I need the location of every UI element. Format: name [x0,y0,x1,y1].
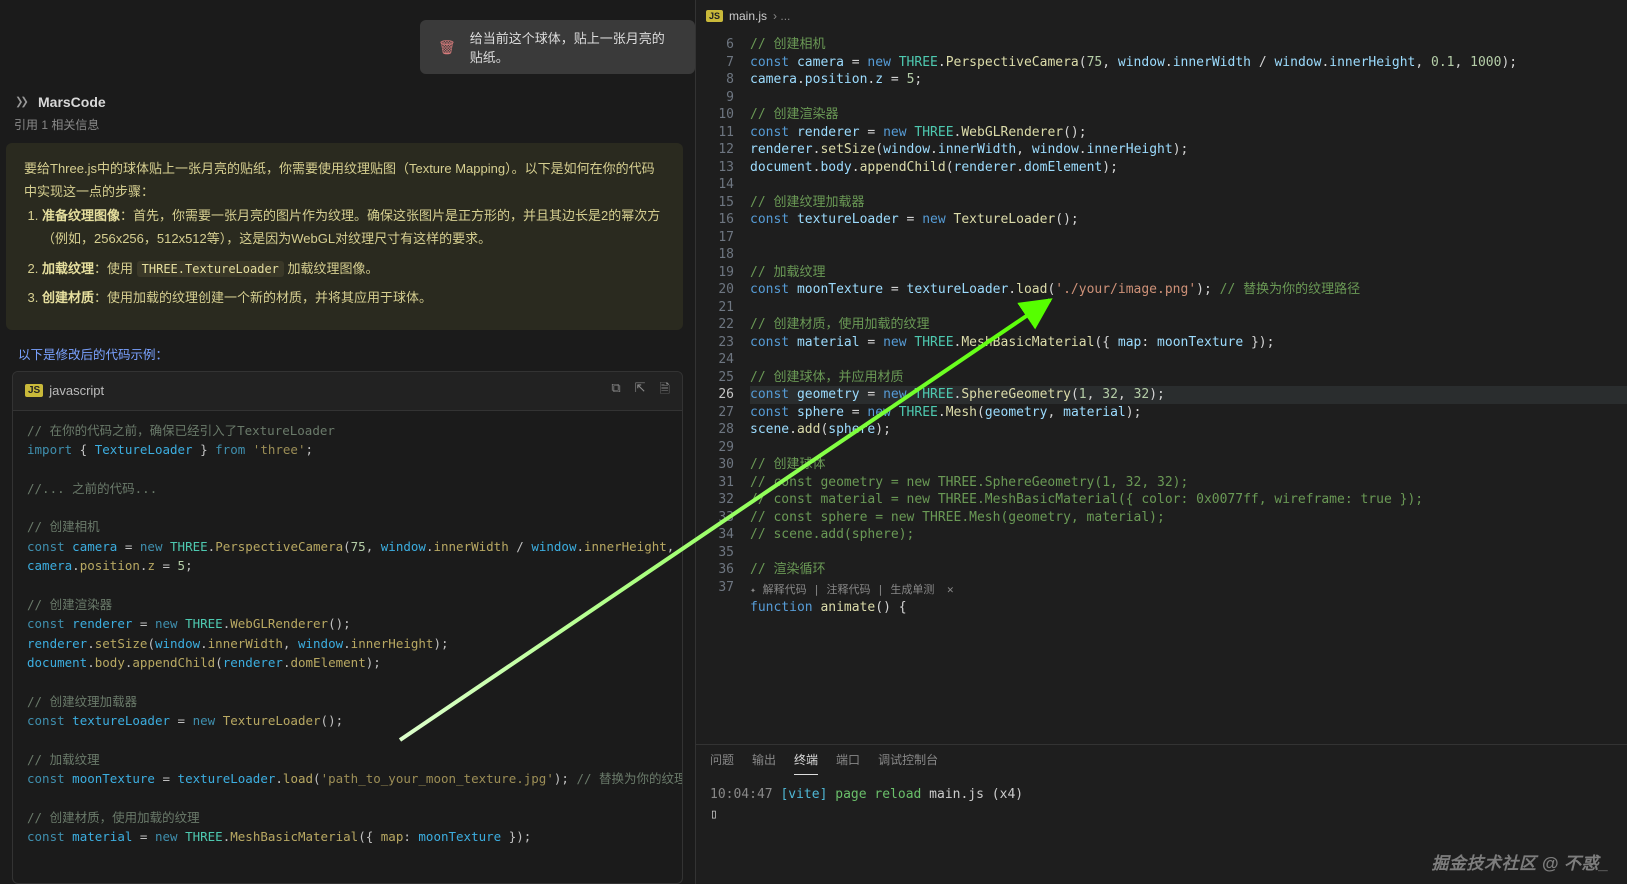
editor-tabbar[interactable]: JS main.js › ... [696,0,1627,32]
assistant-brand: MarsCode [0,94,695,116]
marscode-icon [14,94,30,110]
terminal-tabs: 问题 输出 终端 端口 调试控制台 [696,745,1627,775]
breadcrumb[interactable]: › ... [773,9,790,23]
answer-step-2: 加载纹理：使用 THREE.TextureLoader 加载纹理图像。 [42,257,665,281]
tab-ports[interactable]: 端口 [836,751,860,775]
js-badge-icon: JS [706,10,723,22]
user-prompt-text: 给当前这个球体，贴上一张月亮的贴纸。 [470,28,677,66]
code-example-note: 以下是修改后的代码示例： [0,340,695,371]
answer-step-1: 准备纹理图像：首先，你需要一张月亮的图片作为纹理。确保这张图片是正方形的，并且其… [42,204,665,251]
code-block: JS javascript ⧉ ⇱ 🗎 // 在你的代码之前，确保已经引入了Te… [12,371,683,884]
editor-panel: JS main.js › ... 67891011121314151617181… [696,0,1627,884]
answer-step-3: 创建材质：使用加载的纹理创建一个新的材质，并将其应用于球体。 [42,286,665,309]
insert-icon[interactable]: ⇱ [635,380,646,402]
chat-panel: 🗑 给当前这个球体，贴上一张月亮的贴纸。 MarsCode 引用 1 相关信息 … [0,0,696,884]
user-prompt-bubble: 🗑 给当前这个球体，贴上一张月亮的贴纸。 [420,20,695,74]
newfile-icon[interactable]: 🗎 [660,380,670,402]
line-gutter: 6789101112131415161718192021222324252627… [696,32,744,744]
reference-note[interactable]: 引用 1 相关信息 [0,116,695,143]
tab-output[interactable]: 输出 [752,751,776,775]
code-block-body[interactable]: // 在你的代码之前，确保已经引入了TextureLoader import {… [13,411,682,883]
inline-code: THREE.TextureLoader [137,261,284,277]
code-editor[interactable]: 6789101112131415161718192021222324252627… [696,32,1627,744]
tab-debug[interactable]: 调试控制台 [878,751,938,775]
code-language-label: javascript [49,383,104,398]
watermark: 掘金技术社区 @ 不惑_ [1432,849,1609,874]
close-icon[interactable]: ✕ [947,583,954,596]
assistant-answer: 要给Three.js中的球体贴上一张月亮的贴纸，你需要使用纹理贴图（Textur… [6,143,683,330]
codelens[interactable]: ✦ 解释代码 | 注释代码 | 生成单测 ✕ [750,581,1627,600]
tab-problems[interactable]: 问题 [710,751,734,775]
answer-intro: 要给Three.js中的球体贴上一张月亮的贴纸，你需要使用纹理贴图（Textur… [24,157,665,204]
editor-filename[interactable]: main.js [729,9,767,23]
code-area[interactable]: // 创建相机const camera = new THREE.Perspect… [744,32,1627,744]
code-block-header: JS javascript ⧉ ⇱ 🗎 [13,372,682,411]
assistant-name: MarsCode [38,94,106,110]
copy-icon[interactable]: ⧉ [611,380,620,402]
tab-terminal[interactable]: 终端 [794,751,818,775]
trash-icon[interactable]: 🗑 [438,39,456,56]
js-badge-icon: JS [25,384,43,397]
